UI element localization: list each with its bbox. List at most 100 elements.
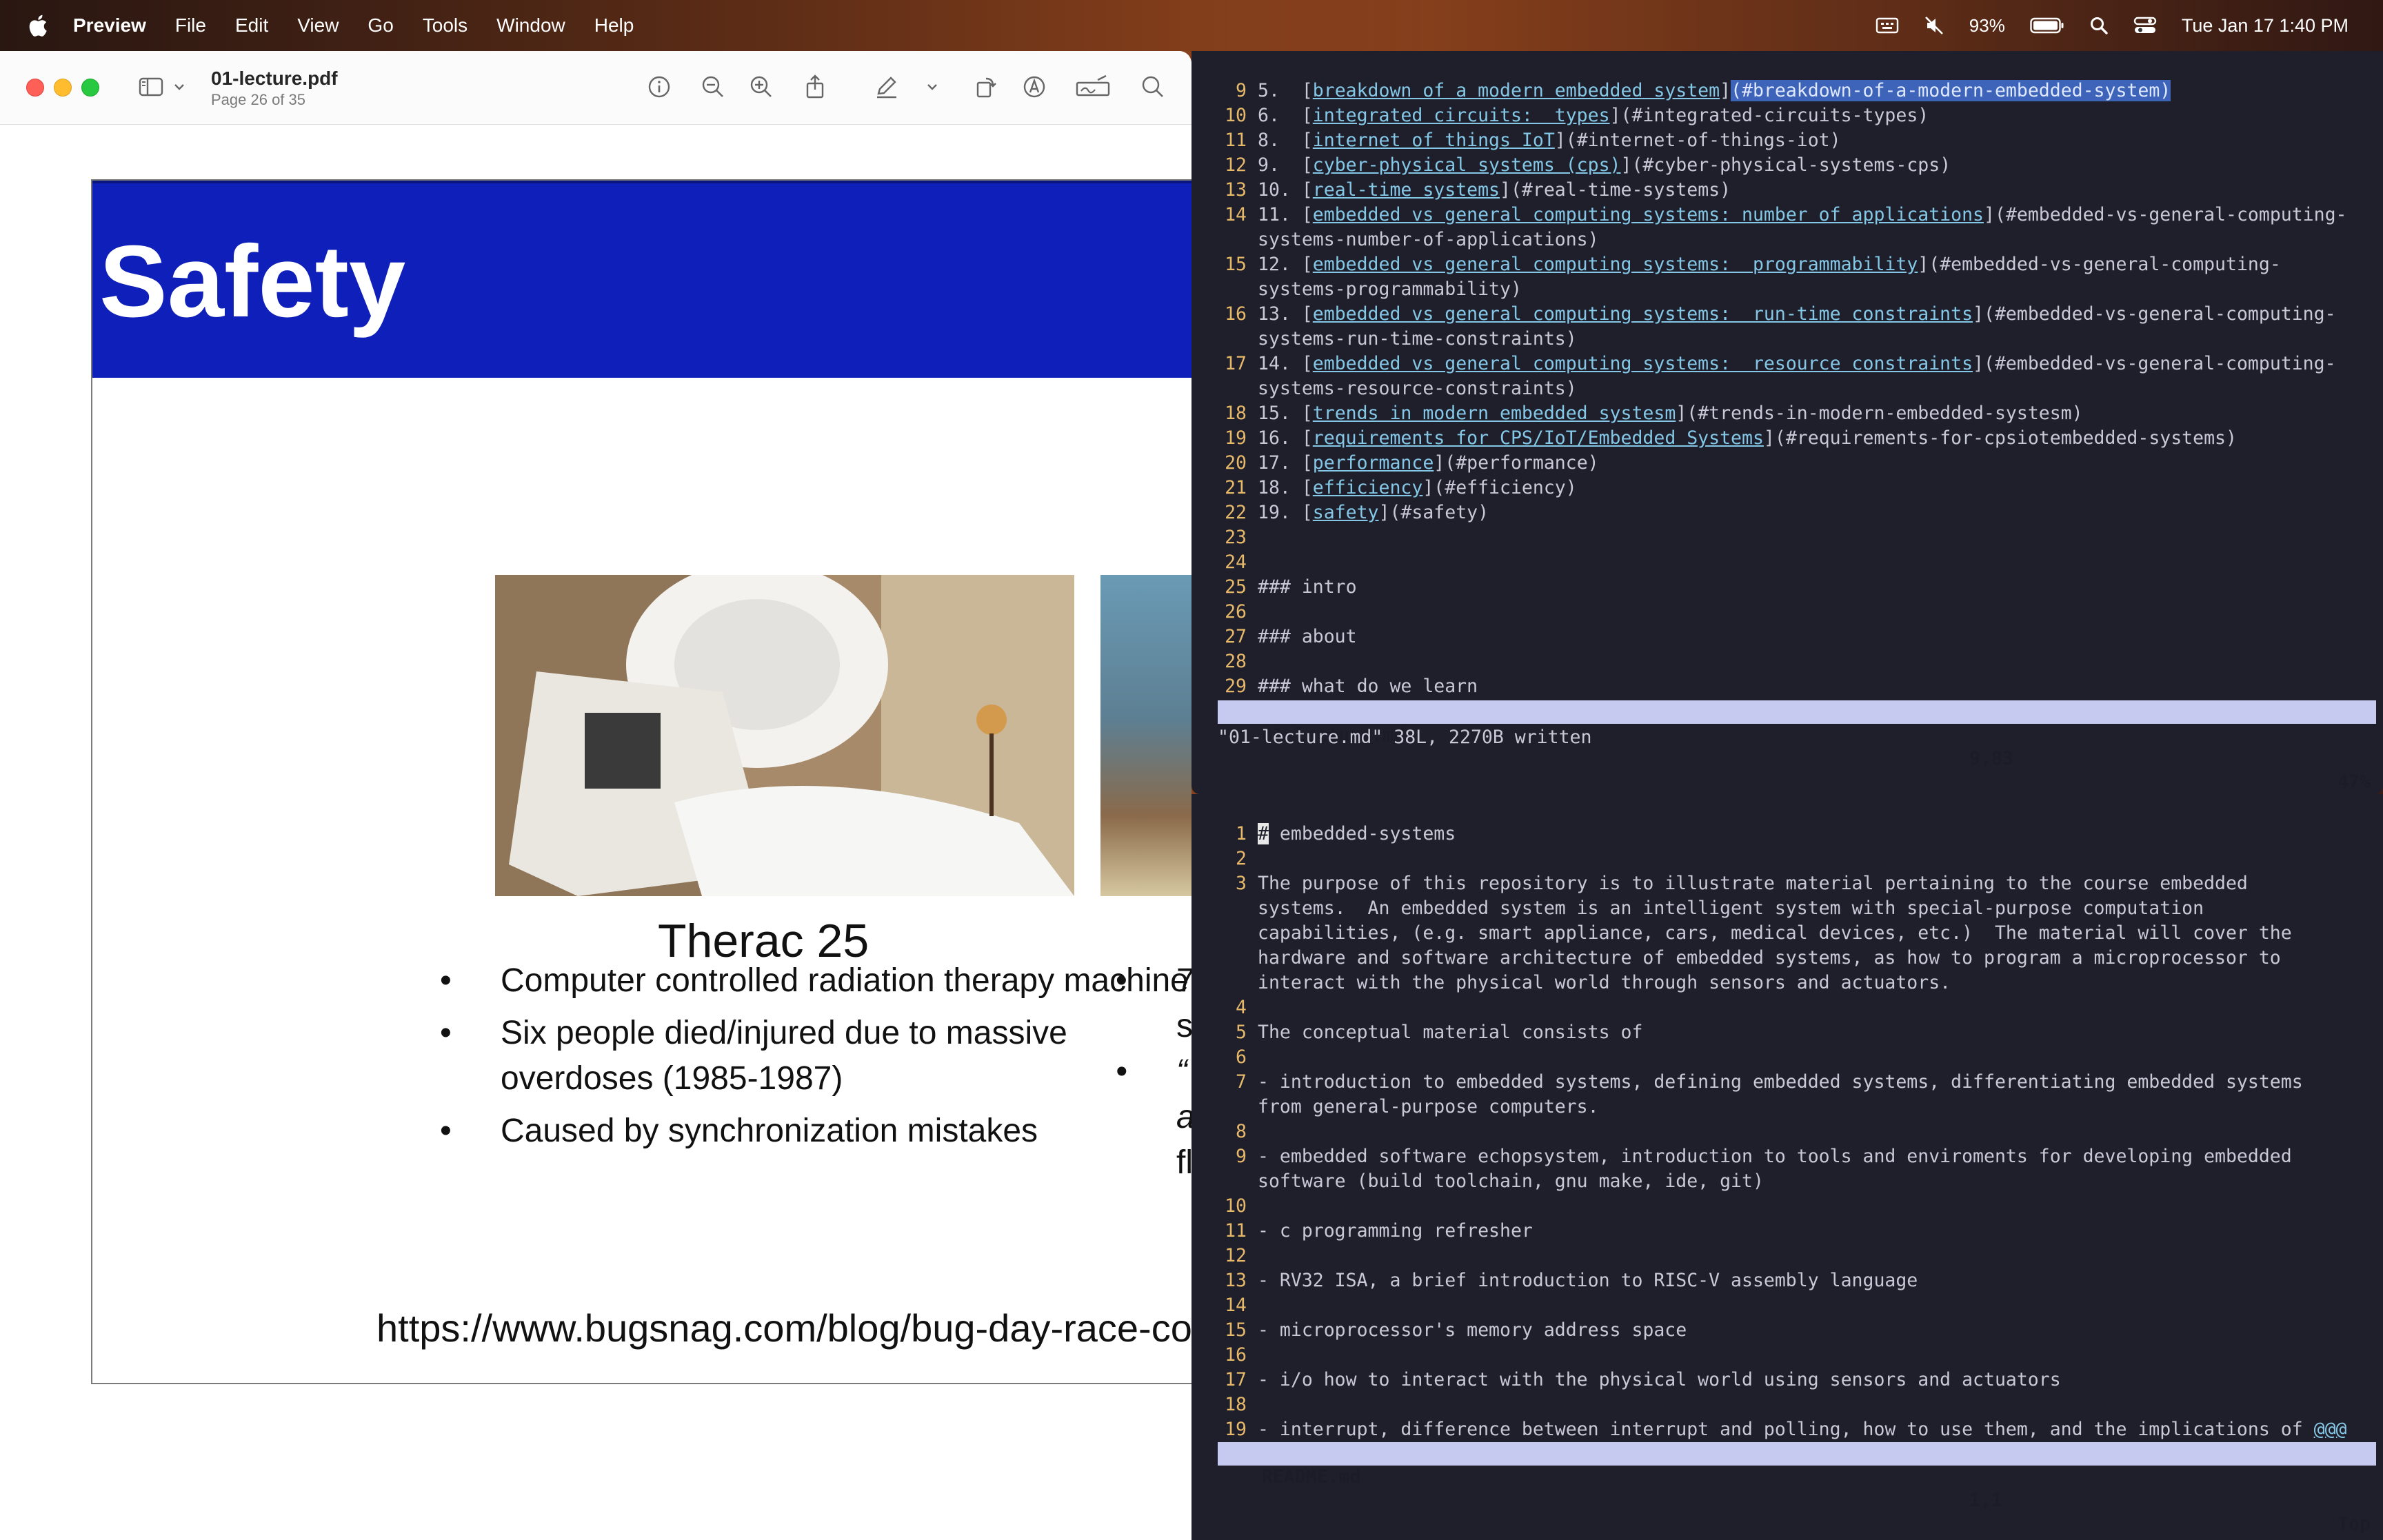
editor-line[interactable]: 19 - interrupt, difference between interr… bbox=[1212, 1417, 2372, 1442]
signature-icon[interactable] bbox=[1074, 72, 1112, 102]
editor-line[interactable]: 24 bbox=[1212, 550, 2372, 575]
terminal-pane-top[interactable]: 9 5. [breakdown of a modern embedded syst… bbox=[1192, 51, 2383, 794]
editor-line[interactable]: capabilities, (e.g. smart appliance, car… bbox=[1212, 921, 2372, 946]
editor-line[interactable]: 3 The purpose of this repository is to il… bbox=[1212, 871, 2372, 896]
document-title[interactable]: 01-lecture.pdf bbox=[211, 68, 338, 90]
menu-tools[interactable]: Tools bbox=[423, 14, 467, 37]
editor-line[interactable]: 26 bbox=[1212, 600, 2372, 625]
editor-line[interactable]: 27 ### about bbox=[1212, 625, 2372, 649]
editor-line[interactable]: systems. An embedded system is an intell… bbox=[1212, 896, 2372, 921]
editor-buffer[interactable]: 9 5. [breakdown of a modern embedded syst… bbox=[1212, 79, 2372, 699]
status-filename: README.md bbox=[1261, 1466, 1361, 1488]
editor-line[interactable]: 29 ### what do we learn bbox=[1212, 674, 2372, 699]
preview-toolbar: 01-lecture.pdf Page 26 of 35 bbox=[0, 51, 1192, 125]
editor-line[interactable]: 16 13. [embedded vs general computing sys… bbox=[1212, 302, 2372, 327]
share-icon[interactable] bbox=[800, 72, 830, 102]
editor-line[interactable]: 12 bbox=[1212, 1244, 2372, 1268]
editor-line[interactable]: systems-resource-constraints) bbox=[1212, 376, 2372, 401]
editor-line[interactable]: 5 The conceptual material consists of bbox=[1212, 1020, 2372, 1045]
editor-line[interactable]: 11 8. [internet of things IoT](#internet-… bbox=[1212, 128, 2372, 153]
editor-line[interactable]: 14 11. [embedded vs general computing sys… bbox=[1212, 203, 2372, 227]
reference-url: https://www.bugsnag.com/blog/bug-day-rac… bbox=[376, 1306, 1192, 1350]
volume-muted-icon[interactable] bbox=[1924, 15, 1944, 36]
editor-line[interactable]: from general-purpose computers. bbox=[1212, 1095, 2372, 1119]
line-text: ### what do we learn bbox=[1258, 676, 1478, 697]
editor-line[interactable]: 16 bbox=[1212, 1343, 2372, 1368]
battery-icon[interactable] bbox=[2030, 17, 2064, 34]
zoom-out-icon[interactable] bbox=[698, 72, 728, 102]
search-highlight: (#breakdown-of-a-modern-embedded-system) bbox=[1731, 80, 2171, 101]
editor-line[interactable]: systems-programmability) bbox=[1212, 277, 2372, 302]
apple-icon[interactable] bbox=[26, 13, 48, 38]
menu-help[interactable]: Help bbox=[594, 14, 634, 37]
editor-line[interactable]: 13 10. [real-time systems](#real-time-sys… bbox=[1212, 178, 2372, 203]
editor-line[interactable]: hardware and software architecture of em… bbox=[1212, 946, 2372, 971]
terminal-pane-bottom[interactable]: 1 # embedded-systems 2 3 The purpose of this… bbox=[1192, 794, 2383, 1540]
editor-line[interactable]: 20 17. [performance](#performance) bbox=[1212, 451, 2372, 476]
zoom-button[interactable] bbox=[81, 79, 99, 97]
editor-line[interactable]: 10 bbox=[1212, 1194, 2372, 1219]
editor-line[interactable]: 12 9. [cyber-physical systems (cps)](#cyb… bbox=[1212, 153, 2372, 178]
editor-line[interactable]: 1 # embedded-systems bbox=[1212, 822, 2372, 847]
line-number: 10 bbox=[1225, 1195, 1247, 1217]
editor-line[interactable]: systems-number-of-applications) bbox=[1212, 227, 2372, 252]
editor-buffer[interactable]: 1 # embedded-systems 2 3 The purpose of this… bbox=[1212, 822, 2372, 1442]
editor-line[interactable]: 23 bbox=[1212, 525, 2372, 550]
line-number: 14 bbox=[1225, 1295, 1247, 1316]
markup-pen-icon[interactable] bbox=[872, 72, 902, 102]
search-icon[interactable] bbox=[1138, 72, 1168, 102]
line-text: embedded-systems bbox=[1268, 823, 1456, 844]
zoom-in-icon[interactable] bbox=[746, 72, 776, 102]
editor-line[interactable]: 21 18. [efficiency](#efficiency) bbox=[1212, 476, 2372, 500]
editor-line[interactable]: interact with the physical world through… bbox=[1212, 971, 2372, 995]
menu-go[interactable]: Go bbox=[368, 14, 393, 37]
control-center-icon[interactable] bbox=[2133, 16, 2157, 35]
editor-line[interactable]: 18 bbox=[1212, 1392, 2372, 1417]
editor-line[interactable]: 9 - embedded software echopsystem, introd… bbox=[1212, 1144, 2372, 1169]
editor-line[interactable]: systems-run-time-constraints) bbox=[1212, 327, 2372, 352]
line-text: ](#embedded-vs-general-computing- bbox=[1973, 303, 2336, 325]
clock[interactable]: Tue Jan 17 1:40 PM bbox=[2182, 15, 2349, 37]
editor-line[interactable]: 25 ### intro bbox=[1212, 575, 2372, 600]
editor-line[interactable]: 15 - microprocessor's memory address spac… bbox=[1212, 1318, 2372, 1343]
editor-line[interactable]: 19 16. [requirements for CPS/IoT/Embedded… bbox=[1212, 426, 2372, 451]
editor-line[interactable]: 17 14. [embedded vs general computing sys… bbox=[1212, 352, 2372, 376]
editor-line[interactable]: 6 bbox=[1212, 1045, 2372, 1070]
editor-line[interactable]: 2 bbox=[1212, 847, 2372, 871]
info-icon[interactable] bbox=[644, 72, 674, 102]
editor-line[interactable]: 14 bbox=[1212, 1293, 2372, 1318]
sidebar-toggle-icon[interactable] bbox=[138, 72, 168, 102]
editor-line[interactable]: 7 - introduction to embedded systems, def… bbox=[1212, 1070, 2372, 1095]
line-text: 19. [ bbox=[1258, 502, 1313, 523]
therac-25-photo bbox=[495, 575, 1074, 896]
editor-line[interactable]: 13 - RV32 ISA, a brief introduction to RI… bbox=[1212, 1268, 2372, 1293]
editor-line[interactable]: 15 12. [embedded vs general computing sys… bbox=[1212, 252, 2372, 277]
spotlight-search-icon[interactable] bbox=[2089, 16, 2109, 35]
rotate-icon[interactable] bbox=[971, 72, 1001, 102]
minimize-button[interactable] bbox=[54, 79, 72, 97]
editor-line[interactable]: 17 - i/o how to interact with the physica… bbox=[1212, 1368, 2372, 1392]
line-number: 18 bbox=[1225, 1394, 1247, 1415]
close-button[interactable] bbox=[26, 79, 44, 97]
editor-line[interactable]: 4 bbox=[1212, 995, 2372, 1020]
status-scroll-pct: 47% bbox=[2337, 771, 2371, 793]
page-indicator: Page 26 of 35 bbox=[211, 91, 306, 108]
menu-app-preview[interactable]: Preview bbox=[73, 14, 146, 37]
menu-file[interactable]: File bbox=[175, 14, 206, 37]
editor-line[interactable]: 9 5. [breakdown of a modern embedded syst… bbox=[1212, 79, 2372, 103]
menu-window[interactable]: Window bbox=[496, 14, 565, 37]
editor-line[interactable]: software (build toolchain, gnu make, ide… bbox=[1212, 1169, 2372, 1194]
editor-line[interactable]: 10 6. [integrated circuits: types](#integ… bbox=[1212, 103, 2372, 128]
editor-line[interactable]: 8 bbox=[1212, 1119, 2372, 1144]
editor-line[interactable]: 28 bbox=[1212, 649, 2372, 674]
editor-line[interactable]: 18 15. [trends in modern embedded systesm… bbox=[1212, 401, 2372, 426]
menu-edit[interactable]: Edit bbox=[235, 14, 268, 37]
editor-line[interactable]: 11 - c programming refresher bbox=[1212, 1219, 2372, 1244]
annotate-icon[interactable] bbox=[1019, 72, 1049, 102]
editor-line[interactable]: 22 19. [safety](#safety) bbox=[1212, 500, 2372, 525]
markdown-link-text: cyber-physical systems (cps) bbox=[1312, 154, 1621, 176]
menu-view[interactable]: View bbox=[297, 14, 339, 37]
keyboard-input-icon[interactable] bbox=[1876, 17, 1899, 34]
markup-chevron-icon[interactable] bbox=[924, 72, 941, 102]
chevron-down-icon[interactable] bbox=[171, 72, 188, 102]
